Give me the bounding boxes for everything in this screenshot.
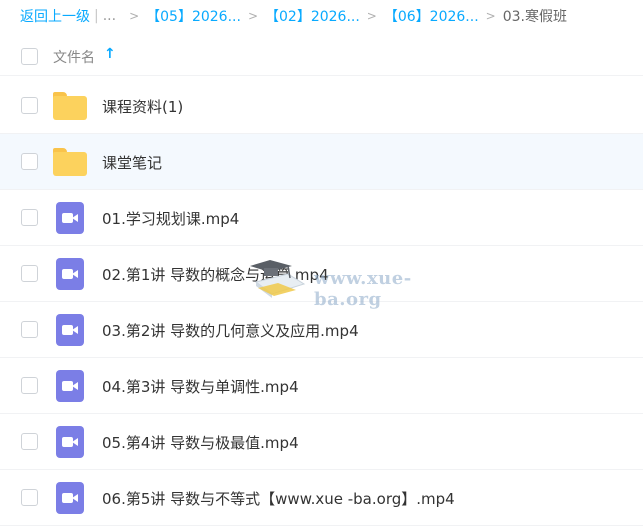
list-item[interactable]: 01.学习规划课.mp4 xyxy=(0,190,643,246)
video-icon xyxy=(56,202,84,234)
breadcrumb-ellipsis[interactable]: ... xyxy=(103,8,116,24)
breadcrumb-current: 03.寒假班 xyxy=(502,9,567,25)
file-name[interactable]: 04.第3讲 导数与单调性.mp4 xyxy=(102,376,299,397)
file-name[interactable]: 06.第5讲 导数与不等式【www.xue -ba.org】.mp4 xyxy=(102,488,455,509)
video-icon xyxy=(56,426,84,458)
breadcrumb-item-3[interactable]: 【06】2026... xyxy=(384,6,479,26)
chevron-right-icon: > xyxy=(247,9,258,23)
file-name[interactable]: 05.第4讲 导数与极最值.mp4 xyxy=(102,432,299,453)
video-icon xyxy=(56,370,84,402)
list-item[interactable]: 02.第1讲 导数的概念与运算.mp4 xyxy=(0,246,643,302)
file-name[interactable]: 02.第1讲 导数的概念与运算.mp4 xyxy=(102,264,329,285)
list-item[interactable]: 课堂笔记 xyxy=(0,134,643,190)
file-name[interactable]: 03.第2讲 导数的几何意义及应用.mp4 xyxy=(102,320,359,341)
file-list: 课程资料(1) 课堂笔记 01.学习规划课.mp4 02.第1讲 导数的概念与运… xyxy=(0,78,643,526)
file-name[interactable]: 01.学习规划课.mp4 xyxy=(102,208,239,229)
list-item[interactable]: 03.第2讲 导数的几何意义及应用.mp4 xyxy=(0,302,643,358)
row-checkbox[interactable] xyxy=(21,97,38,114)
back-link[interactable]: 返回上一级 xyxy=(20,6,90,26)
list-item[interactable]: 05.第4讲 导数与极最值.mp4 xyxy=(0,414,643,470)
file-name[interactable]: 课堂笔记 xyxy=(102,152,162,173)
folder-icon xyxy=(53,92,87,120)
row-checkbox[interactable] xyxy=(21,321,38,338)
video-icon xyxy=(56,482,84,514)
chevron-right-icon: > xyxy=(485,9,496,23)
row-checkbox[interactable] xyxy=(21,489,38,506)
chevron-right-icon: > xyxy=(129,9,140,23)
file-list-header: 文件名 ↑ xyxy=(0,36,643,76)
row-checkbox[interactable] xyxy=(21,153,38,170)
column-header-filename[interactable]: 文件名 xyxy=(53,47,95,67)
video-icon xyxy=(56,258,84,290)
arrow-up-icon[interactable]: ↑ xyxy=(104,46,116,62)
row-checkbox[interactable] xyxy=(21,433,38,450)
select-all-checkbox[interactable] xyxy=(21,48,38,65)
file-name[interactable]: 课程资料(1) xyxy=(102,96,183,117)
list-item[interactable]: 06.第5讲 导数与不等式【www.xue -ba.org】.mp4 xyxy=(0,470,643,526)
list-item[interactable]: 04.第3讲 导数与单调性.mp4 xyxy=(0,358,643,414)
video-icon xyxy=(56,314,84,346)
breadcrumb: 返回上一级 | ... > 【05】2026... > 【02】2026... … xyxy=(20,6,567,26)
list-item[interactable]: 课程资料(1) xyxy=(0,78,643,134)
row-checkbox[interactable] xyxy=(21,377,38,394)
folder-icon xyxy=(53,148,87,176)
breadcrumb-divider: | xyxy=(94,8,99,24)
row-checkbox[interactable] xyxy=(21,265,38,282)
chevron-right-icon: > xyxy=(366,9,377,23)
breadcrumb-item-1[interactable]: 【05】2026... xyxy=(146,6,241,26)
breadcrumb-item-2[interactable]: 【02】2026... xyxy=(265,6,360,26)
row-checkbox[interactable] xyxy=(21,209,38,226)
